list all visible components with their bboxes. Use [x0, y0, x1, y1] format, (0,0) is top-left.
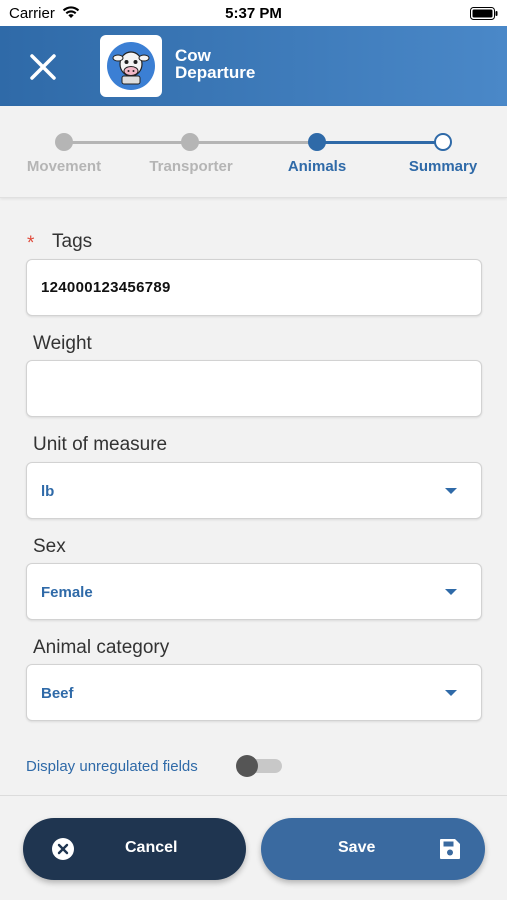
- page-title-line2: Departure: [175, 63, 256, 82]
- cancel-circle-icon: [52, 838, 74, 860]
- step-dot-transporter[interactable]: [181, 133, 199, 151]
- chevron-down-icon: [445, 488, 457, 494]
- step-dot-animals[interactable]: [308, 133, 326, 151]
- save-label: Save: [338, 839, 376, 856]
- close-icon[interactable]: [26, 50, 60, 84]
- clock: 5:37 PM: [225, 5, 282, 22]
- category-label: Animal category: [33, 637, 170, 658]
- save-button[interactable]: Save: [261, 818, 485, 880]
- page-title-line1: Cow: [175, 46, 211, 65]
- action-footer: Cancel Save: [0, 795, 507, 900]
- cow-icon: [107, 42, 155, 90]
- chevron-down-icon: [445, 589, 457, 595]
- unit-select[interactable]: lb: [26, 462, 482, 519]
- tags-label: Tags: [52, 231, 93, 252]
- app-header: Cow Departure: [0, 26, 507, 106]
- chevron-down-icon: [445, 690, 457, 696]
- step-dot-summary[interactable]: [434, 133, 452, 151]
- step-connector: [190, 141, 316, 144]
- floppy-disk-icon: [440, 839, 460, 859]
- step-dot-movement[interactable]: [55, 133, 73, 151]
- weight-input[interactable]: [26, 360, 482, 417]
- step-connector: [317, 141, 443, 144]
- step-label-animals[interactable]: Animals: [252, 158, 382, 175]
- category-value: Beef: [41, 685, 74, 702]
- sex-value: Female: [41, 584, 93, 601]
- progress-stepper: Movement Transporter Animals Summary: [0, 106, 507, 198]
- unregulated-fields-label: Display unregulated fields: [26, 758, 198, 775]
- category-select[interactable]: Beef: [26, 664, 482, 721]
- page-title: Cow Departure: [175, 47, 255, 81]
- status-bar: Carrier 5:37 PM: [0, 0, 507, 26]
- tags-value: 124000123456789: [41, 279, 171, 296]
- unit-label: Unit of measure: [33, 434, 168, 455]
- sex-select[interactable]: Female: [26, 563, 482, 620]
- step-label-movement[interactable]: Movement: [0, 158, 129, 175]
- cancel-button[interactable]: Cancel: [23, 818, 246, 880]
- required-marker: *: [27, 233, 35, 254]
- unregulated-fields-toggle[interactable]: [236, 755, 282, 777]
- sex-label: Sex: [33, 536, 66, 557]
- cancel-label: Cancel: [125, 839, 178, 856]
- step-label-transporter[interactable]: Transporter: [126, 158, 256, 175]
- step-label-summary[interactable]: Summary: [378, 158, 507, 175]
- tags-input[interactable]: 124000123456789: [26, 259, 482, 316]
- step-connector: [64, 141, 190, 144]
- battery-icon: [470, 7, 498, 20]
- unit-value: lb: [41, 483, 55, 500]
- toggle-thumb: [236, 755, 258, 777]
- weight-label: Weight: [33, 333, 92, 354]
- cow-logo: [100, 35, 162, 97]
